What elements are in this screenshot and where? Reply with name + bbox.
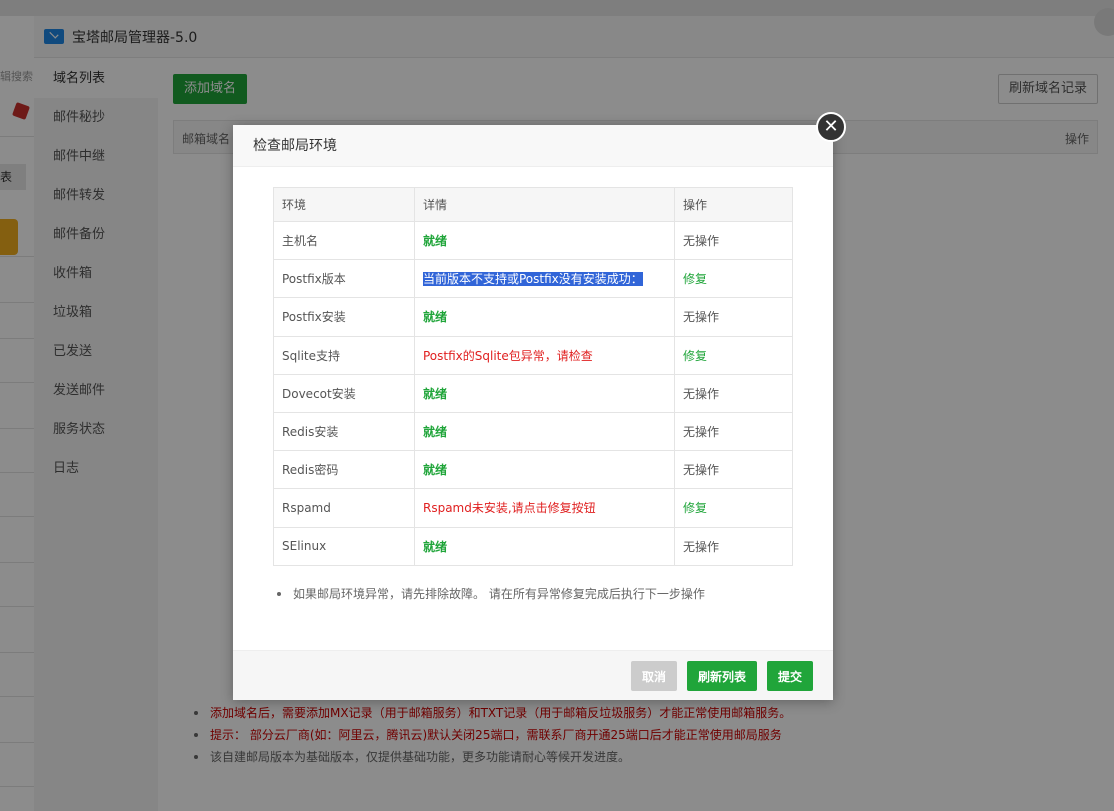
env-action: 无操作 <box>674 373 793 413</box>
env-action-cell: 修复 <box>674 259 793 299</box>
env-name: Dovecot安装 <box>273 373 415 413</box>
env-name: Redis安装 <box>273 411 415 452</box>
check-environment-dialog: 检查邮局环境 环境 详情 操作 主机名 就绪 无操作 Postfix版本 当前版… <box>233 125 833 700</box>
table-row: Rspamd Rspamd未安装,请点击修复按钮 修复 <box>273 488 793 528</box>
env-detail-cell: 就绪 <box>414 411 675 452</box>
column-header-detail: 详情 <box>414 187 675 222</box>
env-detail: 就绪 <box>423 539 448 554</box>
env-detail: Rspamd未安装,请点击修复按钮 <box>423 501 596 516</box>
env-detail: 当前版本不支持或Postfix没有安装成功： <box>423 272 643 287</box>
cancel-button[interactable]: 取消 <box>631 661 678 691</box>
env-name: Redis密码 <box>273 450 415 490</box>
env-name: Rspamd <box>273 488 415 528</box>
env-name: Postfix安装 <box>273 297 415 337</box>
env-detail-cell: 就绪 <box>414 373 675 413</box>
env-action: 无操作 <box>674 411 793 452</box>
table-header-row: 环境 详情 操作 <box>273 187 793 222</box>
env-detail: 就绪 <box>423 425 448 440</box>
env-detail-cell: 就绪 <box>414 297 675 337</box>
column-header-env: 环境 <box>273 187 415 222</box>
env-name: Sqlite支持 <box>273 335 415 375</box>
table-row: Postfix版本 当前版本不支持或Postfix没有安装成功： 修复 <box>273 259 793 299</box>
env-detail: Postfix的Sqlite包异常，请检查 <box>423 348 593 363</box>
dialog-footer: 取消 刷新列表 提交 <box>233 650 833 700</box>
env-detail-cell: 就绪 <box>414 220 675 261</box>
table-row: SElinux 就绪 无操作 <box>273 526 793 566</box>
table-row: Redis密码 就绪 无操作 <box>273 450 793 490</box>
env-detail: 就绪 <box>423 386 448 401</box>
env-action: 无操作 <box>674 450 793 490</box>
env-detail: 就绪 <box>423 310 448 325</box>
table-row: Redis安装 就绪 无操作 <box>273 411 793 452</box>
env-detail-cell: Postfix的Sqlite包异常，请检查 <box>414 335 675 375</box>
table-row: Dovecot安装 就绪 无操作 <box>273 373 793 413</box>
refresh-list-button[interactable]: 刷新列表 <box>687 661 758 691</box>
table-row: 主机名 就绪 无操作 <box>273 220 793 261</box>
table-row: Postfix安装 就绪 无操作 <box>273 297 793 337</box>
env-detail-cell: Rspamd未安装,请点击修复按钮 <box>414 488 675 528</box>
env-detail-cell: 当前版本不支持或Postfix没有安装成功： <box>414 259 675 299</box>
env-name: Postfix版本 <box>273 259 415 299</box>
env-action: 无操作 <box>674 220 793 261</box>
env-name: 主机名 <box>273 220 415 261</box>
fix-link[interactable]: 修复 <box>683 349 707 363</box>
dialog-close-icon[interactable]: ✕ <box>816 112 846 142</box>
env-action: 无操作 <box>674 526 793 566</box>
table-row: Sqlite支持 Postfix的Sqlite包异常，请检查 修复 <box>273 335 793 375</box>
env-action-cell: 修复 <box>674 488 793 528</box>
dialog-note: 如果邮局环境异常，请先排除故障。 请在所有异常修复完成后执行下一步操作 <box>277 587 705 601</box>
dialog-title: 检查邮局环境 <box>233 125 833 167</box>
env-name: SElinux <box>273 526 415 566</box>
env-detail-cell: 就绪 <box>414 526 675 566</box>
fix-link[interactable]: 修复 <box>683 272 707 286</box>
env-action-cell: 修复 <box>674 335 793 375</box>
env-detail: 就绪 <box>423 463 448 478</box>
env-detail-cell: 就绪 <box>414 450 675 490</box>
submit-button[interactable]: 提交 <box>767 661 814 691</box>
env-detail: 就绪 <box>423 234 448 249</box>
column-header-action: 操作 <box>674 187 793 222</box>
env-action: 无操作 <box>674 297 793 337</box>
environment-table: 环境 详情 操作 主机名 就绪 无操作 Postfix版本 当前版本不支持或Po… <box>273 187 793 566</box>
fix-link[interactable]: 修复 <box>683 501 707 515</box>
